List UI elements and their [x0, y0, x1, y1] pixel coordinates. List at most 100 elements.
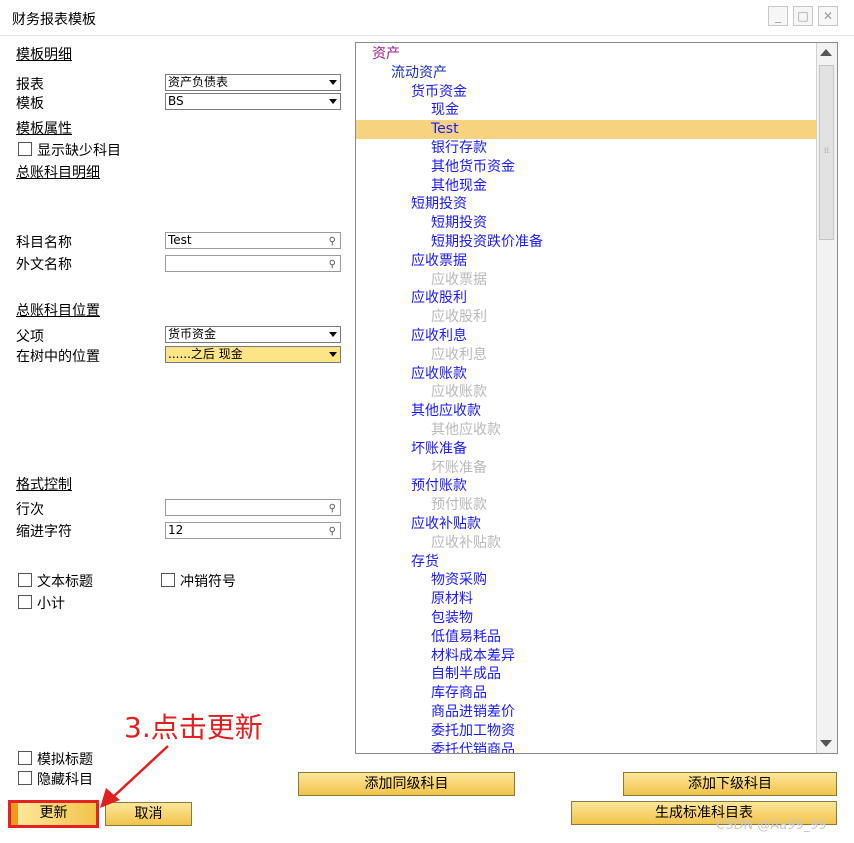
- tree-node[interactable]: 应收票据: [411, 252, 467, 271]
- report-select-value: 资产负债表: [168, 75, 229, 89]
- tree-node[interactable]: 应收利息: [431, 346, 487, 365]
- tree-scrollbar[interactable]: ⁞⁞: [816, 43, 837, 753]
- tree-node[interactable]: 其他货币资金: [431, 158, 515, 177]
- checkbox-icon[interactable]: [18, 771, 32, 785]
- tree-node[interactable]: 应收补贴款: [431, 534, 501, 553]
- tree-node[interactable]: 资产: [372, 45, 400, 64]
- report-label: 报表: [16, 77, 44, 93]
- tree-node[interactable]: 应收补贴款: [411, 515, 481, 534]
- grip-icon: ⁞⁞: [824, 146, 830, 155]
- close-icon[interactable]: ✕: [818, 6, 838, 26]
- tree-node[interactable]: 原材料: [431, 590, 473, 609]
- tree-node[interactable]: 预付账款: [431, 496, 487, 515]
- tree-position-select-value: ......之后 现金: [168, 347, 243, 361]
- account-name-field[interactable]: Test ⚲: [165, 232, 341, 249]
- dropdown-arrow-icon[interactable]: [329, 352, 337, 357]
- foreign-name-field[interactable]: ⚲: [165, 255, 341, 272]
- checkbox-icon[interactable]: [18, 751, 32, 765]
- window-title: 财务报表模板: [12, 12, 96, 28]
- tree-node[interactable]: 坏账准备: [411, 440, 467, 459]
- tree-position-select[interactable]: ......之后 现金: [165, 346, 341, 363]
- tree-node[interactable]: 其他应收款: [411, 402, 481, 421]
- tree-node[interactable]: 委托加工物资: [431, 722, 515, 741]
- reversal-sign-checkbox[interactable]: 冲销符号: [161, 571, 236, 591]
- dropdown-arrow-icon[interactable]: [329, 80, 337, 85]
- text-title-label: 文本标题: [37, 574, 93, 590]
- dropdown-arrow-icon[interactable]: [329, 332, 337, 337]
- parent-label: 父项: [16, 329, 44, 345]
- checkbox-icon[interactable]: [18, 573, 32, 587]
- tree-node[interactable]: 短期投资: [431, 214, 487, 233]
- tree-node[interactable]: 应收股利: [431, 308, 487, 327]
- title-bar: 财务报表模板 _ □ ✕: [0, 0, 854, 36]
- tree-node[interactable]: 存货: [411, 553, 439, 572]
- indent-field[interactable]: 12 ⚲: [165, 522, 341, 539]
- tree-node[interactable]: 短期投资: [411, 195, 467, 214]
- indent-label: 缩进字符: [16, 524, 72, 540]
- tree-node[interactable]: 包装物: [431, 609, 473, 628]
- checkbox-icon[interactable]: [161, 573, 175, 587]
- text-title-checkbox[interactable]: 文本标题: [18, 571, 93, 591]
- section-format-control: 格式控制: [16, 477, 72, 493]
- checkbox-icon[interactable]: [18, 142, 32, 156]
- account-name-label: 科目名称: [16, 235, 72, 251]
- account-tree[interactable]: 资产 流动资产 货币资金 现金 Test 银行存款 其他货币资金 其他现金 短期投资 短期投资 短期…: [355, 42, 838, 754]
- link-arrow-icon[interactable]: ⚲: [329, 524, 336, 539]
- tree-node[interactable]: 货币资金: [411, 83, 467, 102]
- template-label: 模板: [16, 96, 44, 112]
- account-name-value: Test: [168, 233, 192, 247]
- show-missing-checkbox[interactable]: 显示缺少科目: [18, 140, 121, 160]
- scroll-thumb[interactable]: ⁞⁞: [819, 65, 834, 240]
- checkbox-icon[interactable]: [18, 595, 32, 609]
- report-select[interactable]: 资产负债表: [165, 74, 341, 91]
- tree-node[interactable]: 现金: [431, 101, 459, 120]
- parent-select[interactable]: 货币资金: [165, 326, 341, 343]
- tree-node[interactable]: 预付账款: [411, 477, 467, 496]
- annotation-text: 3.点击更新: [124, 711, 263, 744]
- scroll-up-icon[interactable]: [820, 49, 832, 56]
- subtotal-checkbox[interactable]: 小计: [18, 593, 65, 613]
- tree-node[interactable]: 银行存款: [431, 139, 487, 158]
- section-template-props: 模板属性: [16, 121, 72, 137]
- tree-node[interactable]: 短期投资跌价准备: [431, 233, 543, 252]
- tree-node[interactable]: 应收账款: [431, 383, 487, 402]
- tree-node[interactable]: 应收利息: [411, 327, 467, 346]
- update-button[interactable]: 更新: [8, 800, 99, 828]
- maximize-icon[interactable]: □: [793, 6, 813, 26]
- hide-account-checkbox[interactable]: 隐藏科目: [18, 769, 93, 789]
- row-number-field[interactable]: ⚲: [165, 499, 341, 516]
- template-select[interactable]: BS: [165, 93, 341, 110]
- add-same-level-button[interactable]: 添加同级科目: [298, 772, 515, 796]
- link-arrow-icon[interactable]: ⚲: [329, 234, 336, 249]
- dummy-title-checkbox[interactable]: 模拟标题: [18, 749, 93, 769]
- minimize-icon[interactable]: _: [768, 6, 788, 26]
- tree-node[interactable]: 物资采购: [431, 571, 487, 590]
- tree-node[interactable]: 低值易耗品: [431, 628, 501, 647]
- link-arrow-icon[interactable]: ⚲: [329, 257, 336, 272]
- tree-node[interactable]: 材料成本差异: [431, 647, 515, 666]
- template-select-value: BS: [168, 94, 184, 108]
- add-sub-level-button[interactable]: 添加下级科目: [623, 772, 837, 796]
- tree-node[interactable]: 应收账款: [411, 365, 467, 384]
- tree-node[interactable]: Test: [356, 120, 816, 140]
- subtotal-label: 小计: [37, 596, 65, 612]
- section-gl-detail: 总账科目明细: [16, 165, 100, 181]
- tree-node[interactable]: 其他现金: [431, 177, 487, 196]
- foreign-name-label: 外文名称: [16, 257, 72, 273]
- dropdown-arrow-icon[interactable]: [329, 99, 337, 104]
- scroll-down-icon[interactable]: [820, 740, 832, 747]
- tree-node[interactable]: 库存商品: [431, 684, 487, 703]
- row-number-label: 行次: [16, 502, 44, 518]
- tree-node[interactable]: 流动资产: [391, 64, 447, 83]
- watermark: CSDN @Aa99_99: [716, 818, 827, 833]
- section-gl-position: 总账科目位置: [16, 303, 100, 319]
- tree-node[interactable]: 应收票据: [431, 271, 487, 290]
- annotation-arrow-icon: [100, 745, 169, 808]
- tree-node[interactable]: 应收股利: [411, 289, 467, 308]
- tree-node[interactable]: 委托代销商品: [431, 741, 515, 753]
- tree-node[interactable]: 坏账准备: [431, 459, 487, 478]
- tree-node[interactable]: 商品进销差价: [431, 703, 515, 722]
- tree-node[interactable]: 自制半成品: [431, 665, 501, 684]
- link-arrow-icon[interactable]: ⚲: [329, 501, 336, 516]
- tree-node[interactable]: 其他应收款: [431, 421, 501, 440]
